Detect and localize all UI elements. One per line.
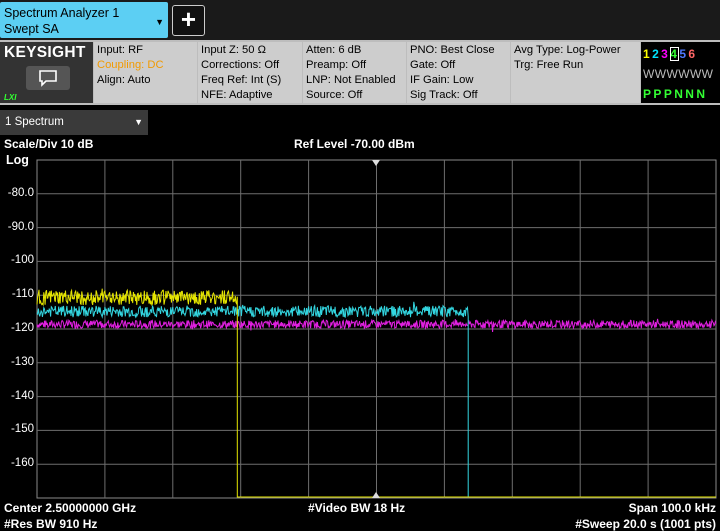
sweep-time[interactable]: #Sweep 20.0 s (1001 pts) bbox=[575, 517, 716, 531]
graticule bbox=[37, 160, 716, 498]
spectrum-plot[interactable] bbox=[0, 0, 720, 531]
span[interactable]: Span 100.0 kHz bbox=[629, 501, 716, 515]
center-marker-icon bbox=[372, 492, 380, 498]
ref-marker-icon bbox=[372, 160, 380, 166]
res-bw[interactable]: #Res BW 910 Hz bbox=[4, 517, 97, 531]
video-bw[interactable]: #Video BW 18 Hz bbox=[308, 501, 405, 515]
center-frequency[interactable]: Center 2.50000000 GHz bbox=[4, 501, 136, 515]
